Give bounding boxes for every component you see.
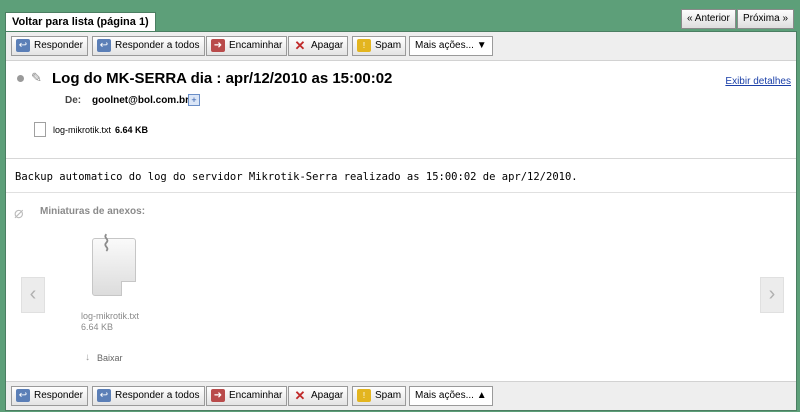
- reply-icon: ↩: [16, 39, 30, 52]
- thumbnails-label: Miniaturas de anexos:: [40, 206, 146, 217]
- thumbnail-file-size: 6.64 KB: [81, 322, 114, 332]
- message-panel: ↩ Responder ↩ Responder a todos ➜ Encaminha…: [5, 31, 797, 411]
- status-dot-icon: [17, 75, 24, 82]
- add-contact-icon[interactable]: +: [188, 94, 200, 106]
- attachment-thumbnail[interactable]: ⌇: [92, 231, 136, 296]
- divider: [6, 192, 796, 193]
- reply-all-button[interactable]: ↩ Responder a todos: [92, 386, 205, 406]
- paperclip-icon: ⌇: [101, 231, 112, 256]
- more-actions-select[interactable]: Mais ações... ▲: [409, 386, 493, 406]
- thumbnail-next-arrow[interactable]: ›: [760, 277, 784, 313]
- spam-icon: !: [357, 389, 371, 402]
- reply-all-label: Responder a todos: [115, 40, 200, 51]
- reply-all-icon: ↩: [97, 389, 111, 402]
- download-link[interactable]: Baixar: [97, 353, 123, 363]
- previous-button[interactable]: « Anterior: [681, 9, 736, 29]
- thumbnail-file-name: log-mikrotik.txt: [81, 311, 140, 321]
- delete-button[interactable]: ✕ Apagar: [288, 36, 349, 56]
- paperclip-icon: ✎: [31, 70, 42, 85]
- reply-button[interactable]: ↩ Responder: [11, 36, 88, 56]
- attachment-size: 6.64 KB: [115, 125, 149, 135]
- forward-icon: ➜: [211, 389, 225, 402]
- from-address[interactable]: goolnet@bol.com.br: [92, 95, 189, 106]
- message-subject: Log do MK-SERRA dia : apr/12/2010 as 15:…: [52, 70, 393, 87]
- forward-label: Encaminhar: [229, 390, 283, 401]
- forward-button[interactable]: ➜ Encaminhar: [206, 36, 288, 56]
- reply-all-icon: ↩: [97, 39, 111, 52]
- forward-button[interactable]: ➜ Encaminhar: [206, 386, 288, 406]
- thumbnail-prev-arrow[interactable]: ‹: [21, 277, 45, 313]
- reply-label: Responder: [34, 40, 83, 51]
- reply-all-label: Responder a todos: [115, 390, 200, 401]
- message-body: Backup automatico do log do servidor Mik…: [15, 171, 578, 183]
- spam-label: Spam: [375, 390, 402, 401]
- delete-label: Apagar: [311, 40, 344, 51]
- paperclip-icon: ⌀: [14, 205, 24, 222]
- delete-icon: ✕: [294, 38, 306, 53]
- reply-button[interactable]: ↩ Responder: [11, 386, 88, 406]
- bottom-toolbar: ↩ Responder ↩ Responder a todos ➜ Encaminha…: [6, 381, 796, 410]
- file-icon: [34, 122, 46, 137]
- delete-label: Apagar: [311, 390, 344, 401]
- more-actions-select[interactable]: Mais ações... ▼: [409, 36, 493, 56]
- reply-all-button[interactable]: ↩ Responder a todos: [92, 36, 205, 56]
- spam-label: Spam: [375, 40, 402, 51]
- show-details-link[interactable]: Exibir detalhes: [725, 76, 791, 87]
- back-to-list-tab[interactable]: Voltar para lista (página 1): [5, 12, 156, 32]
- forward-icon: ➜: [211, 39, 225, 52]
- download-icon[interactable]: ↓: [85, 352, 90, 363]
- spam-button[interactable]: ! Spam: [352, 36, 407, 56]
- reply-icon: ↩: [16, 389, 30, 402]
- reply-label: Responder: [34, 390, 83, 401]
- from-label: De:: [65, 95, 82, 106]
- spam-button[interactable]: ! Spam: [352, 386, 407, 406]
- top-toolbar: ↩ Responder ↩ Responder a todos ➜ Encaminha…: [6, 32, 796, 61]
- spam-icon: !: [357, 39, 371, 52]
- message-header: ✎ Log do MK-SERRA dia : apr/12/2010 as 1…: [6, 61, 796, 159]
- attachment-link[interactable]: log-mikrotik.txt: [53, 125, 111, 135]
- page-fold: [121, 281, 136, 296]
- delete-icon: ✕: [294, 388, 306, 403]
- next-button[interactable]: Próxima »: [737, 9, 795, 29]
- forward-label: Encaminhar: [229, 40, 283, 51]
- delete-button[interactable]: ✕ Apagar: [288, 386, 349, 406]
